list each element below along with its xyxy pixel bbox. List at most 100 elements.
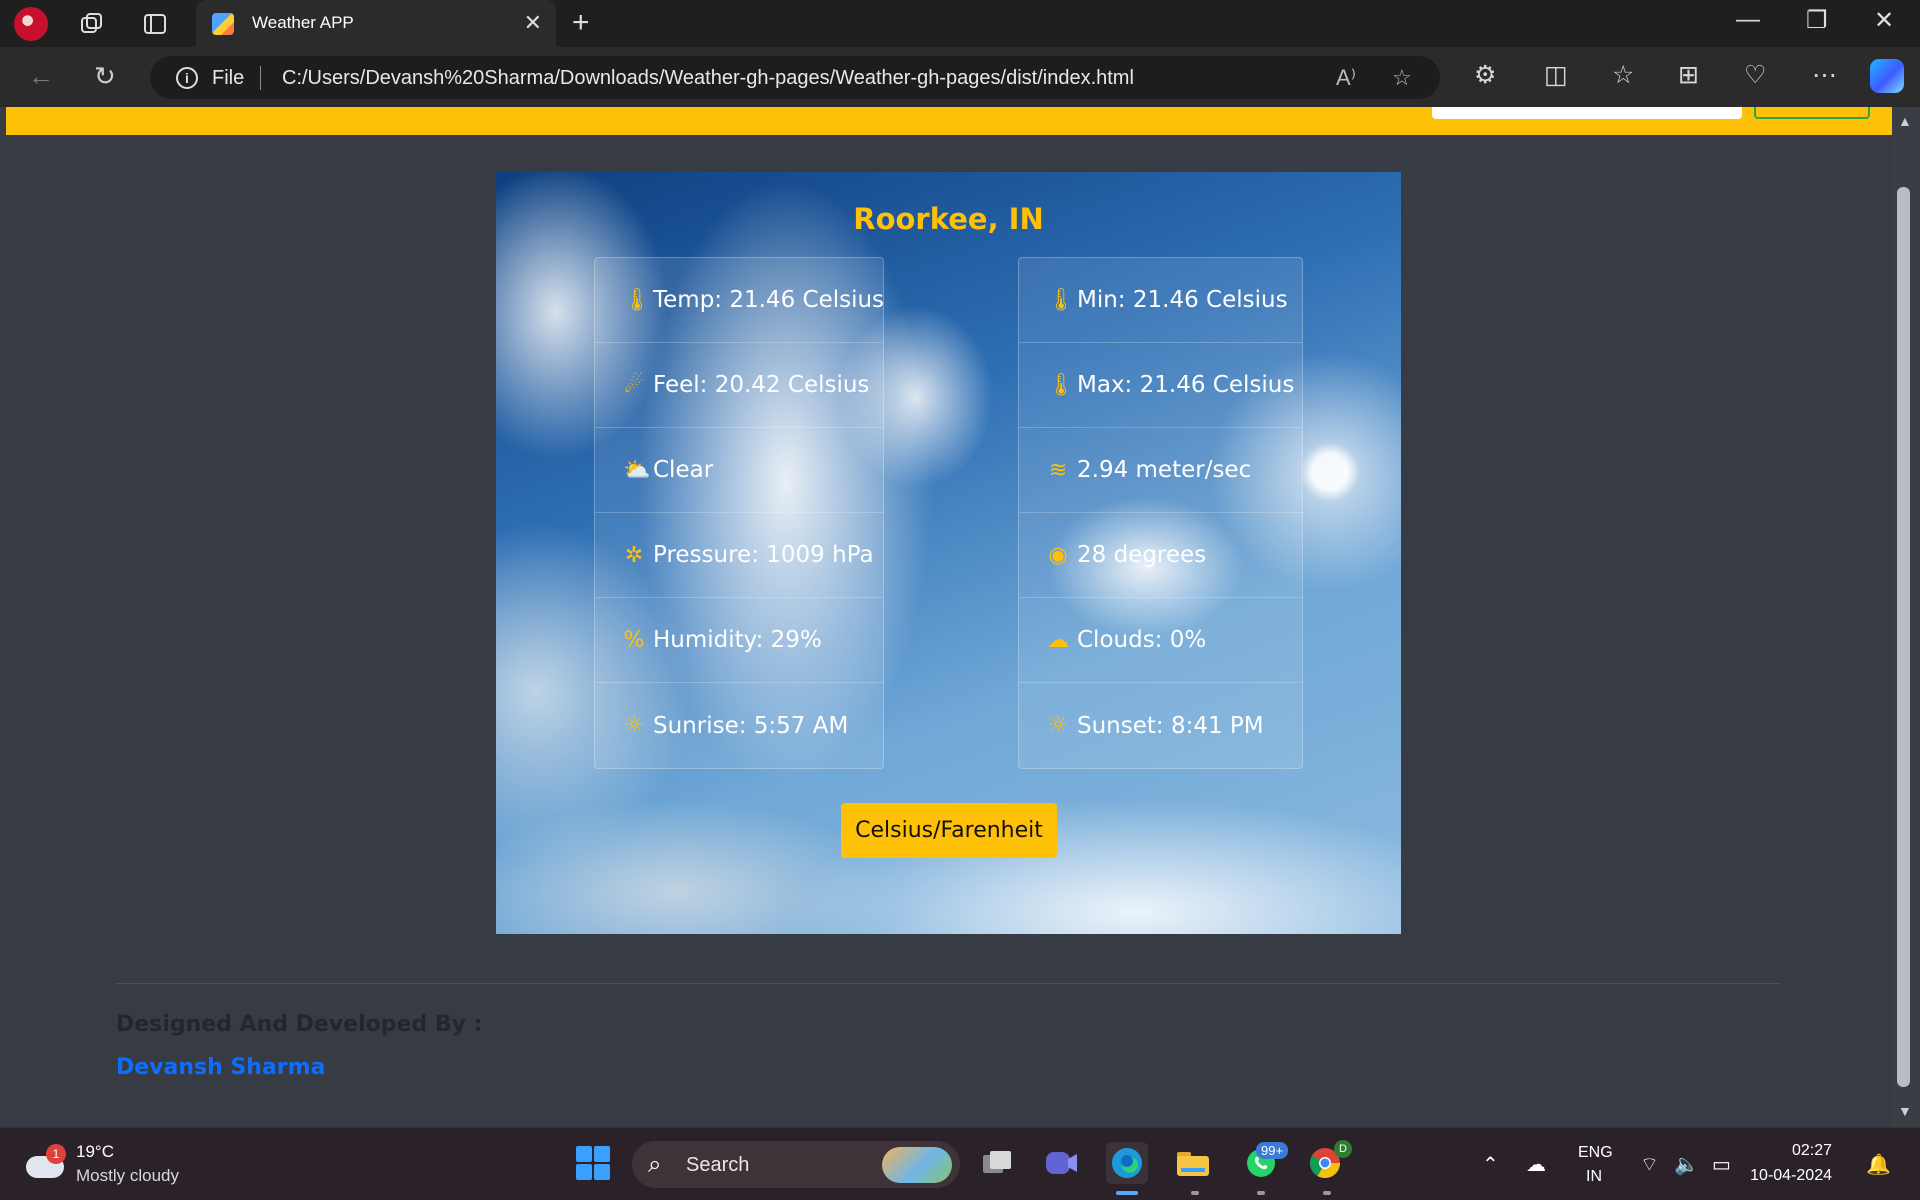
edge-browser-icon[interactable] bbox=[1106, 1142, 1148, 1184]
condition-text: Clear bbox=[653, 457, 714, 483]
start-windows-icon[interactable] bbox=[572, 1142, 614, 1184]
pressure-row: ✲ Pressure: 1009 hPa bbox=[595, 513, 883, 598]
page-viewport: Roorkee, IN 🌡 Temp: 21.46 Celsius ☄ Feel… bbox=[0, 107, 1892, 1127]
city-search-input[interactable] bbox=[1432, 107, 1742, 119]
weather-widget-icon[interactable]: 1 bbox=[26, 1144, 66, 1178]
back-icon[interactable]: ← bbox=[28, 61, 54, 92]
temp-row: 🌡 Temp: 21.46 Celsius bbox=[595, 258, 885, 343]
taskbar-search[interactable]: ⌕ Search bbox=[632, 1141, 960, 1188]
scroll-down-icon[interactable]: ▼ bbox=[1898, 1103, 1912, 1119]
condition-row: ⛅ Clear bbox=[595, 428, 883, 513]
designed-by-label: Designed And Developed By : bbox=[116, 1012, 483, 1037]
max-temp-row: 🌡 Max: 21.46 Celsius bbox=[1019, 343, 1302, 428]
weather-condition[interactable]: Mostly cloudy bbox=[76, 1166, 179, 1186]
sunset-row: ☼ Sunset: 8:41 PM bbox=[1019, 683, 1302, 768]
windows-taskbar: 1 19°C Mostly cloudy ⌕ Search 99+ D ⌃ ☁ … bbox=[0, 1127, 1920, 1200]
onedrive-cloud-icon[interactable]: ☁ bbox=[1526, 1152, 1546, 1177]
sunset-text: Sunset: 8:41 PM bbox=[1077, 712, 1264, 739]
explorer-running-indicator bbox=[1191, 1191, 1199, 1195]
min-temp-row: 🌡 Min: 21.46 Celsius bbox=[1019, 258, 1302, 343]
close-window-icon[interactable]: ✕ bbox=[1874, 6, 1894, 35]
refresh-icon[interactable]: ↻ bbox=[94, 61, 116, 92]
address-separator bbox=[260, 66, 261, 90]
workspaces-icon[interactable] bbox=[76, 8, 108, 40]
tab-actions-icon[interactable] bbox=[139, 8, 171, 40]
url-text[interactable]: C:/Users/Devansh%20Sharma/Downloads/Weat… bbox=[282, 67, 1134, 90]
file-label: File bbox=[212, 67, 245, 89]
feel-text: Feel: 20.42 Celsius bbox=[653, 372, 870, 398]
language-indicator[interactable]: ENG bbox=[1578, 1144, 1613, 1162]
split-screen-icon[interactable]: ◫ bbox=[1544, 60, 1568, 90]
copilot-icon[interactable] bbox=[1870, 59, 1904, 93]
wind-direction-text: 28 degrees bbox=[1077, 542, 1207, 568]
read-aloud-icon[interactable]: A⁾ bbox=[1336, 65, 1356, 91]
humidity-row: % Humidity: 29% bbox=[595, 598, 883, 683]
task-view-icon[interactable] bbox=[976, 1142, 1018, 1184]
feel-row: ☄ Feel: 20.42 Celsius bbox=[595, 343, 883, 428]
new-tab-icon[interactable]: + bbox=[572, 6, 590, 40]
minimize-icon[interactable]: — bbox=[1736, 6, 1760, 34]
browser-essentials-icon[interactable]: ♡ bbox=[1744, 60, 1766, 90]
favorites-icon[interactable]: ☆ bbox=[1612, 60, 1634, 90]
clouds-row: ☁ Clouds: 0% bbox=[1019, 598, 1302, 683]
author-link[interactable]: Devansh Sharma bbox=[116, 1055, 325, 1080]
city-name: Roorkee, IN bbox=[853, 202, 1044, 236]
unit-toggle-button[interactable]: Celsius/Farenheit bbox=[841, 803, 1057, 858]
search-button[interactable] bbox=[1754, 107, 1870, 119]
chrome-profile-badge: D bbox=[1334, 1140, 1352, 1158]
scroll-up-icon[interactable]: ▲ bbox=[1898, 113, 1912, 129]
weather-temperature[interactable]: 19°C bbox=[76, 1142, 114, 1162]
volume-icon[interactable]: 🔈 bbox=[1674, 1152, 1699, 1177]
clouds-text: Clouds: 0% bbox=[1077, 627, 1207, 653]
page-scrollbar[interactable]: ▲ ▼ bbox=[1892, 107, 1920, 1127]
sunrise-row: ☼ Sunrise: 5:57 AM bbox=[595, 683, 883, 768]
region-indicator[interactable]: IN bbox=[1586, 1168, 1602, 1186]
extensions-icon[interactable]: ⚙ bbox=[1474, 60, 1496, 90]
profile-avatar[interactable] bbox=[14, 7, 48, 41]
whatsapp-badge: 99+ bbox=[1256, 1142, 1289, 1159]
app-navbar bbox=[6, 107, 1892, 135]
chrome-running-indicator bbox=[1323, 1191, 1331, 1195]
collections-icon[interactable]: ⊞ bbox=[1678, 60, 1699, 90]
percent-icon: % bbox=[623, 627, 645, 653]
address-bar[interactable]: i File C:/Users/Devansh%20Sharma/Downloa… bbox=[150, 56, 1440, 99]
wifi-icon[interactable]: ⌔ bbox=[1640, 1152, 1659, 1177]
favorite-star-icon[interactable]: ☆ bbox=[1392, 65, 1412, 91]
tab-close-icon[interactable]: ✕ bbox=[524, 10, 542, 36]
sunrise-text: Sunrise: 5:57 AM bbox=[653, 712, 849, 739]
clock-date[interactable]: 10-04-2024 bbox=[1710, 1167, 1832, 1185]
notifications-bell-icon[interactable]: 🔔 bbox=[1866, 1152, 1891, 1177]
temp-text: Temp: 21.46 Celsius bbox=[653, 287, 885, 313]
feel-icon: ☄ bbox=[624, 372, 644, 398]
thermometer-icon: 🌡 bbox=[623, 287, 651, 313]
browser-toolbar: ← ↻ i File C:/Users/Devansh%20Sharma/Dow… bbox=[0, 47, 1920, 107]
temperature-max-icon: 🌡 bbox=[1047, 372, 1075, 398]
min-temp-text: Min: 21.46 Celsius bbox=[1077, 287, 1288, 313]
search-highlight-icon bbox=[882, 1147, 952, 1183]
pressure-icon: ✲ bbox=[624, 542, 644, 568]
wind-direction-row: ◉ 28 degrees bbox=[1019, 513, 1302, 598]
weather-card: Roorkee, IN 🌡 Temp: 21.46 Celsius ☄ Feel… bbox=[496, 172, 1401, 934]
search-label: Search bbox=[686, 1154, 750, 1176]
humidity-text: Humidity: 29% bbox=[653, 627, 822, 653]
weather-badge: 1 bbox=[46, 1144, 66, 1164]
sun-cloud-icon: ⛅ bbox=[623, 457, 651, 483]
sunrise-icon: ☼ bbox=[624, 713, 644, 738]
more-menu-icon[interactable]: ⋯ bbox=[1812, 60, 1837, 90]
show-hidden-icons-icon[interactable]: ⌃ bbox=[1482, 1152, 1499, 1177]
restore-icon[interactable]: ❐ bbox=[1806, 6, 1828, 35]
browser-title-bar: Weather APP ✕ + — ❐ ✕ bbox=[0, 0, 1920, 47]
search-icon: ⌕ bbox=[648, 1151, 662, 1178]
site-info-icon[interactable]: i bbox=[176, 67, 198, 89]
whatsapp-running-indicator bbox=[1257, 1191, 1265, 1195]
scroll-thumb[interactable] bbox=[1897, 187, 1910, 1087]
wind-speed-text: 2.94 meter/sec bbox=[1077, 457, 1252, 483]
weather-details-left: 🌡 Temp: 21.46 Celsius ☄ Feel: 20.42 Cels… bbox=[594, 257, 884, 769]
temperature-min-icon: 🌡 bbox=[1047, 287, 1075, 313]
file-explorer-icon[interactable] bbox=[1172, 1142, 1214, 1184]
sunset-icon: ☼ bbox=[1048, 713, 1068, 738]
teams-meet-icon[interactable] bbox=[1040, 1142, 1082, 1184]
tab-favicon-icon bbox=[212, 13, 234, 35]
active-tab[interactable]: Weather APP ✕ bbox=[196, 0, 556, 47]
clock-time[interactable]: 02:27 bbox=[1760, 1142, 1832, 1160]
